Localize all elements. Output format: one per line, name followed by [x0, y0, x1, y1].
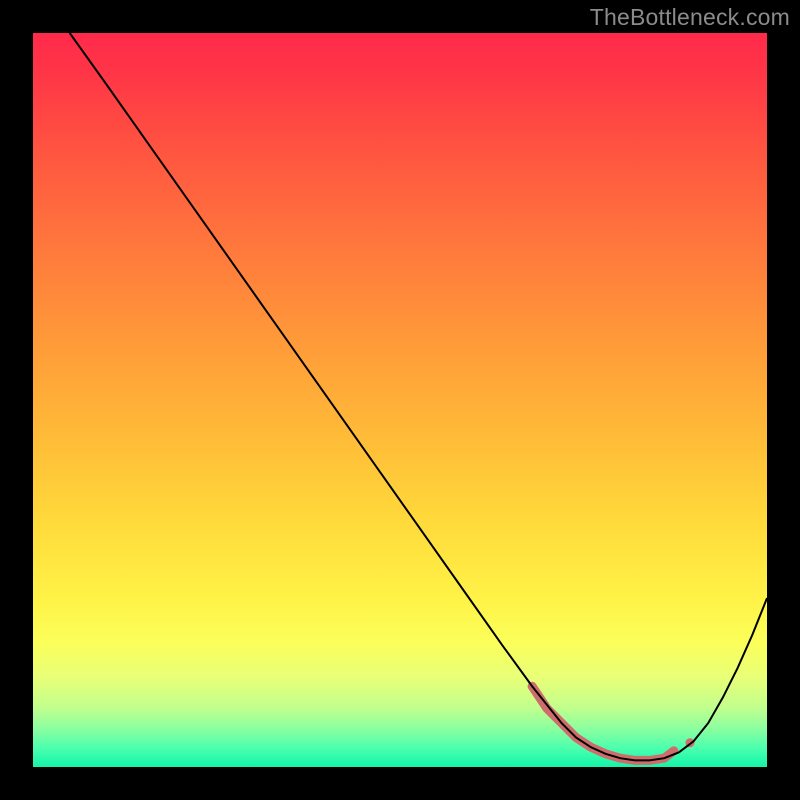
bottom-marker-line — [532, 686, 674, 760]
chart-container: TheBottleneck.com — [0, 0, 800, 800]
chart-svg — [33, 33, 767, 767]
curve-line — [70, 33, 767, 760]
watermark-text: TheBottleneck.com — [590, 4, 790, 31]
